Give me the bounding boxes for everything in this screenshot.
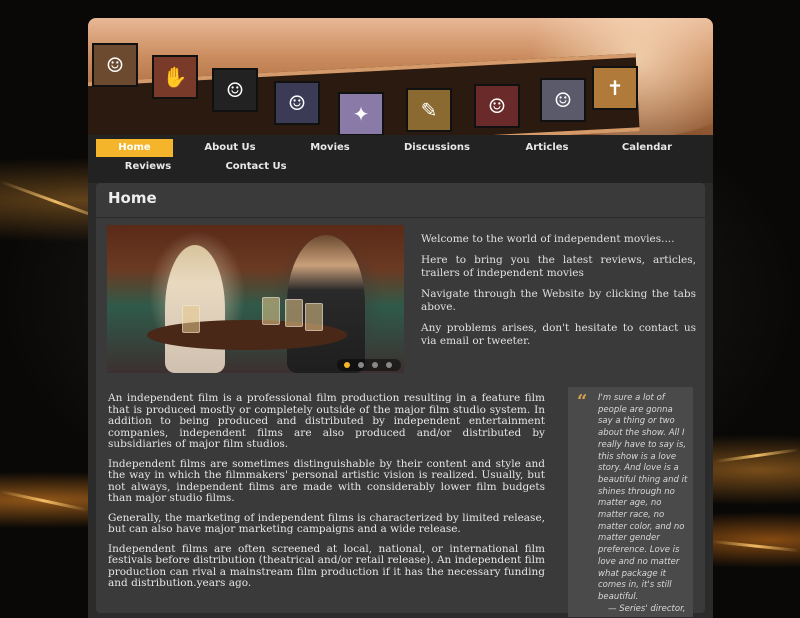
page-title: Home [108, 189, 157, 207]
nav-item-home[interactable]: Home [96, 139, 173, 157]
main-nav: Home About Us Movies Discussions Article… [88, 135, 713, 183]
article-paragraph: Generally, the marketing of independent … [108, 511, 545, 535]
film-frame-image: ✎ [406, 88, 452, 132]
nav-item-about-us[interactable]: About Us [192, 139, 268, 157]
welcome-text: Welcome to the world of independent movi… [421, 233, 696, 356]
quote-text: I'm sure a lot of people are gonna say a… [598, 393, 688, 615]
article-body: An independent film is a professional fi… [108, 392, 545, 598]
quote-sidebar: “ I'm sure a lot of people are gonna say… [568, 387, 693, 617]
slideshow-dot[interactable] [344, 362, 350, 368]
glass [262, 297, 280, 325]
nav-item-contact-us[interactable]: Contact Us [216, 158, 296, 176]
nav-item-discussions[interactable]: Discussions [397, 139, 477, 157]
nav-item-movies[interactable]: Movies [292, 139, 368, 157]
nav-item-articles[interactable]: Articles [507, 139, 587, 157]
film-frame-image: ☺ [92, 43, 138, 87]
article-paragraph: Independent films are sometimes distingu… [108, 457, 545, 504]
welcome-paragraph: Here to bring you the latest reviews, ar… [421, 254, 696, 279]
slideshow-pager [337, 359, 401, 371]
article-paragraph: Independent films are often screened at … [108, 542, 545, 589]
welcome-paragraph: Navigate through the Website by clicking… [421, 288, 696, 313]
film-frame-image: ✝ [592, 66, 638, 110]
article-paragraph: An independent film is a professional fi… [108, 392, 545, 450]
site-container: ☺ ✋ ☺ ☺ ✦ ✎ ☺ ☺ ✝ Home About Us Movies D… [88, 18, 713, 618]
film-frame-image: ☺ [540, 78, 586, 122]
welcome-paragraph: Welcome to the world of independent movi… [421, 233, 675, 245]
slideshow-dot[interactable] [358, 362, 364, 368]
film-frame-image: ☺ [212, 68, 258, 112]
glass [182, 305, 200, 333]
slideshow-dot[interactable] [386, 362, 392, 368]
glass [305, 303, 323, 331]
slideshow-dot[interactable] [372, 362, 378, 368]
film-frame-image: ✦ [338, 92, 384, 135]
quote-body: I'm sure a lot of people are gonna say a… [598, 393, 688, 602]
header-banner: ☺ ✋ ☺ ☺ ✦ ✎ ☺ ☺ ✝ [88, 18, 713, 135]
title-divider [96, 217, 705, 218]
quote-attribution: — Series' director, [608, 603, 686, 614]
nav-item-reviews[interactable]: Reviews [110, 158, 186, 176]
nav-item-calendar[interactable]: Calendar [607, 139, 687, 157]
film-frame-image: ☺ [474, 84, 520, 128]
film-frame-image: ✋ [152, 55, 198, 99]
quote-icon: “ [577, 391, 588, 412]
hero-slideshow-image[interactable] [107, 225, 404, 373]
glass [285, 299, 303, 327]
content-panel: Home Welcome to the world of independent… [96, 183, 705, 617]
film-frame-image: ☺ [274, 81, 320, 125]
welcome-paragraph: Any problems arises, don't hesitate to c… [421, 322, 696, 347]
